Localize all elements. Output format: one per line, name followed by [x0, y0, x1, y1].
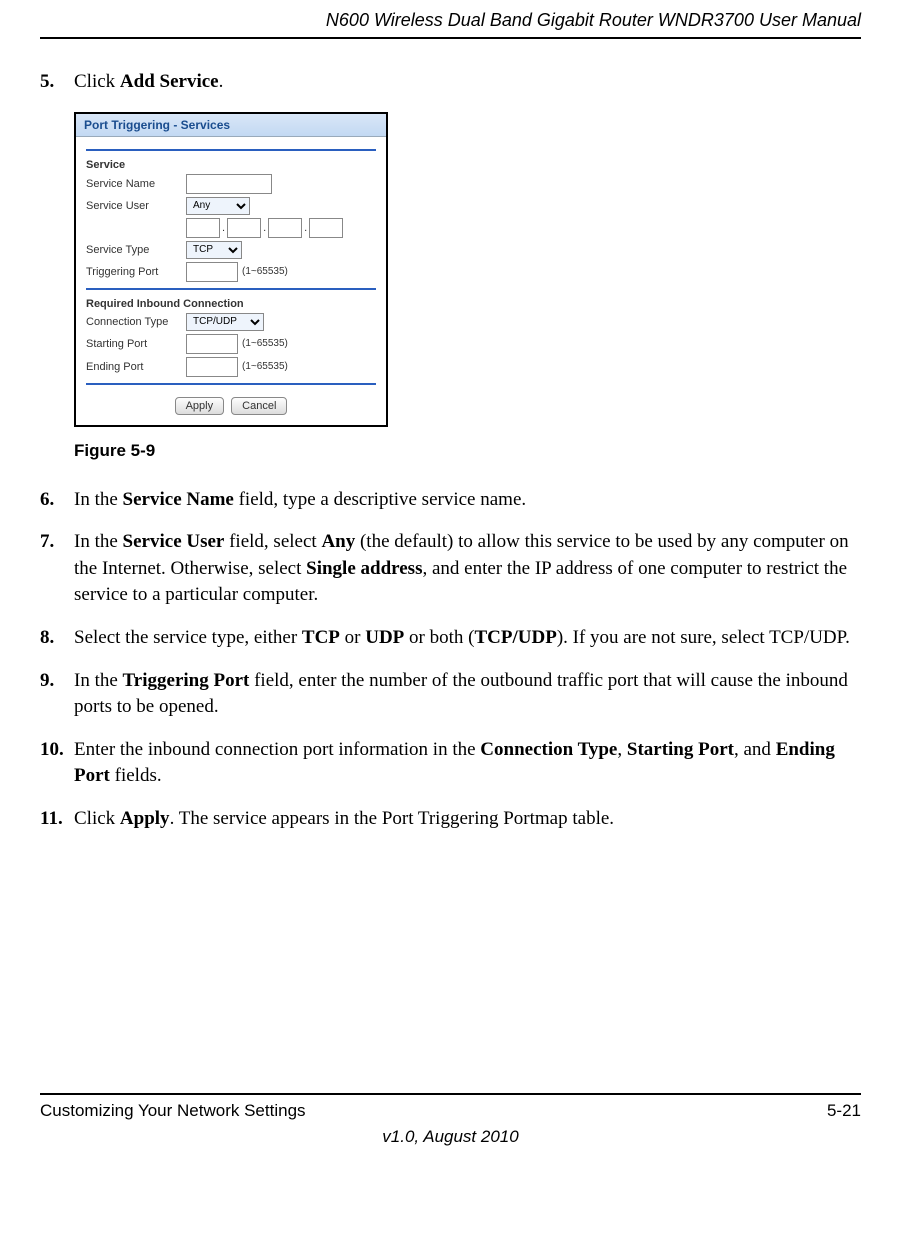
service-type-label: Service Type — [86, 244, 186, 256]
bold-text: TCP/UDP — [474, 627, 556, 648]
step-number: 8. — [40, 625, 74, 652]
step-body: In the Service Name field, type a descri… — [74, 487, 861, 514]
service-user-select[interactable]: Any — [186, 197, 250, 215]
section-service-label: Service — [86, 159, 376, 171]
dot: . — [222, 222, 225, 234]
apply-button[interactable]: Apply — [175, 397, 225, 415]
connection-type-label: Connection Type — [86, 316, 186, 328]
page-footer: Customizing Your Network Settings 5-21 v… — [40, 1093, 861, 1147]
text: Click — [74, 71, 120, 92]
text: In the — [74, 531, 123, 552]
port-range-hint: (1~65535) — [242, 361, 288, 372]
ip-octet-2[interactable] — [227, 218, 261, 238]
text: , and — [734, 739, 776, 760]
port-range-hint: (1~65535) — [242, 266, 288, 277]
text: field, type a descriptive service name. — [234, 489, 526, 510]
step-number: 11. — [40, 806, 74, 833]
step-body: In the Service User field, select Any (t… — [74, 529, 861, 609]
text: Enter the inbound connection port inform… — [74, 739, 480, 760]
text: In the — [74, 670, 123, 691]
bold-text: TCP — [302, 627, 340, 648]
step-6: 6. In the Service Name field, type a des… — [40, 487, 861, 514]
text: . The service appears in the Port Trigge… — [170, 808, 614, 829]
screenshot-title: Port Triggering - Services — [76, 114, 386, 137]
footer-version: v1.0, August 2010 — [40, 1127, 861, 1147]
ip-octet-4[interactable] — [309, 218, 343, 238]
ip-octet-1[interactable] — [186, 218, 220, 238]
port-range-hint: (1~65535) — [242, 338, 288, 349]
step-9: 9. In the Triggering Port field, enter t… — [40, 668, 861, 721]
step-11: 11. Click Apply. The service appears in … — [40, 806, 861, 833]
service-user-label: Service User — [86, 200, 186, 212]
footer-right: 5-21 — [827, 1101, 861, 1121]
bold-text: Apply — [120, 808, 170, 829]
bold-text: Single address — [306, 558, 422, 579]
step-number: 9. — [40, 668, 74, 721]
cancel-button[interactable]: Cancel — [231, 397, 287, 415]
step-body: Select the service type, either TCP or U… — [74, 625, 861, 652]
text: field, select — [224, 531, 321, 552]
bold-text: Any — [321, 531, 355, 552]
text: In the — [74, 489, 123, 510]
ending-port-label: Ending Port — [86, 361, 186, 373]
figure-caption: Figure 5-9 — [74, 441, 861, 461]
step-7: 7. In the Service User field, select Any… — [40, 529, 861, 609]
text: Select the service type, either — [74, 627, 302, 648]
step-10: 10. Enter the inbound connection port in… — [40, 737, 861, 790]
figure-container: Port Triggering - Services Service Servi… — [74, 112, 861, 461]
divider — [86, 149, 376, 151]
text: fields. — [110, 765, 162, 786]
starting-port-label: Starting Port — [86, 338, 186, 350]
step-number: 6. — [40, 487, 74, 514]
bold-text: Service User — [123, 531, 225, 552]
footer-left: Customizing Your Network Settings — [40, 1101, 306, 1121]
step-5: 5. Click Add Service. — [40, 69, 861, 96]
triggering-port-input[interactable] — [186, 262, 238, 282]
connection-type-select[interactable]: TCP/UDP — [186, 313, 264, 331]
bold-text: Add Service — [120, 71, 219, 92]
service-name-input[interactable] — [186, 174, 272, 194]
step-number: 10. — [40, 737, 74, 790]
service-type-select[interactable]: TCP — [186, 241, 242, 259]
step-body: Click Apply. The service appears in the … — [74, 806, 861, 833]
step-8: 8. Select the service type, either TCP o… — [40, 625, 861, 652]
bold-text: Service Name — [123, 489, 234, 510]
starting-port-input[interactable] — [186, 334, 238, 354]
ending-port-input[interactable] — [186, 357, 238, 377]
dot: . — [304, 222, 307, 234]
divider — [86, 288, 376, 290]
step-number: 7. — [40, 529, 74, 609]
text: ). If you are not sure, select TCP/UDP. — [557, 627, 850, 648]
text: or — [340, 627, 365, 648]
triggering-port-label: Triggering Port — [86, 266, 186, 278]
step-body: Enter the inbound connection port inform… — [74, 737, 861, 790]
text: or both ( — [404, 627, 474, 648]
text: , — [617, 739, 627, 760]
bold-text: Starting Port — [627, 739, 734, 760]
text: Click — [74, 808, 120, 829]
port-triggering-screenshot: Port Triggering - Services Service Servi… — [74, 112, 388, 427]
divider — [86, 383, 376, 385]
step-body: In the Triggering Port field, enter the … — [74, 668, 861, 721]
ip-address-group: . . . — [186, 218, 343, 238]
text: . — [219, 71, 224, 92]
step-number: 5. — [40, 69, 74, 96]
step-body: Click Add Service. — [74, 69, 861, 96]
section-inbound-label: Required Inbound Connection — [86, 298, 376, 310]
bold-text: Triggering Port — [123, 670, 250, 691]
service-name-label: Service Name — [86, 178, 186, 190]
bold-text: UDP — [365, 627, 404, 648]
ip-octet-3[interactable] — [268, 218, 302, 238]
page-header: N600 Wireless Dual Band Gigabit Router W… — [40, 0, 861, 39]
bold-text: Connection Type — [480, 739, 617, 760]
dot: . — [263, 222, 266, 234]
